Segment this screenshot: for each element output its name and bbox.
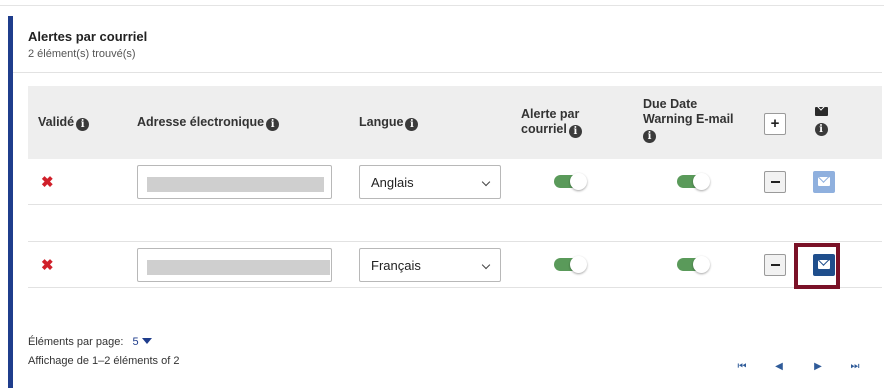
info-icon[interactable]: i <box>76 118 90 131</box>
info-icon[interactable]: i <box>266 118 280 131</box>
table-header: Validé i Adresse électronique i Langue i Al… <box>28 86 882 159</box>
last-page-icon: ⏭ <box>850 361 860 372</box>
col-header-language-label: Langue <box>359 115 404 129</box>
prev-page-button[interactable]: ◀ <box>771 360 787 374</box>
col-header-send-mail: i <box>813 107 829 136</box>
info-icon[interactable]: i <box>643 130 656 143</box>
col-header-email-alert-line2: courriel <box>521 122 567 136</box>
plus-icon: + <box>770 115 780 132</box>
due-date-warning-toggle[interactable] <box>677 173 710 190</box>
email-field-value-redacted <box>147 260 330 275</box>
col-header-due-date-line2: Warning E-mail <box>643 112 734 126</box>
info-icon[interactable]: i <box>568 125 582 138</box>
result-count: 2 élément(s) trouvé(s) <box>28 48 136 60</box>
items-per-page-label: Éléments par page: <box>28 336 124 348</box>
first-page-icon: ⏮ <box>737 361 747 372</box>
items-per-page-value: 5 <box>132 336 139 348</box>
col-header-email-alert-line1: Alerte par <box>521 107 580 121</box>
col-header-due-date-warning: Due Date Warning E-mail i <box>643 97 734 143</box>
email-field[interactable] <box>137 248 332 282</box>
prev-page-icon: ◀ <box>775 361 783 372</box>
x-mark-icon: ✖ <box>41 257 54 274</box>
next-page-button[interactable]: ▶ <box>810 360 826 374</box>
remove-alert-button[interactable] <box>764 171 786 193</box>
col-header-email: Adresse électronique i <box>137 115 280 131</box>
due-date-warning-toggle[interactable] <box>677 256 710 273</box>
language-select[interactable]: Anglais <box>359 165 501 199</box>
top-divider <box>0 5 884 6</box>
col-header-validated: Validé i <box>38 115 90 131</box>
email-field[interactable] <box>137 165 332 199</box>
header-divider <box>13 72 882 73</box>
col-header-validated-label: Validé <box>38 115 75 129</box>
email-alert-toggle[interactable] <box>554 256 587 273</box>
chevron-down-icon <box>481 177 491 187</box>
info-icon[interactable]: i <box>405 118 419 131</box>
table-row: ✖ Français <box>28 242 882 288</box>
caret-down-icon <box>141 338 152 344</box>
highlight-box <box>794 243 840 289</box>
language-select-value: Anglais <box>371 175 414 190</box>
email-alert-toggle[interactable] <box>554 173 587 190</box>
items-per-page: Éléments par page: 5 <box>28 336 152 348</box>
col-header-language: Langue i <box>359 115 419 131</box>
envelope-icon <box>814 107 828 116</box>
col-header-email-label: Adresse électronique <box>137 115 265 129</box>
first-page-button[interactable]: ⏮ <box>734 360 750 374</box>
envelope-icon <box>818 177 830 186</box>
pager-display-text: Affichage de 1–2 éléments of 2 <box>28 355 180 367</box>
x-mark-icon: ✖ <box>41 174 54 191</box>
table-row: ✖ Anglais <box>28 159 882 205</box>
language-select-value: Français <box>371 258 421 273</box>
remove-alert-button[interactable] <box>764 254 786 276</box>
last-page-button[interactable]: ⏭ <box>847 360 863 374</box>
chevron-down-icon <box>481 260 491 270</box>
email-alerts-panel: Alertes par courriel 2 élément(s) trouvé… <box>8 16 882 388</box>
send-test-email-button-disabled[interactable] <box>813 171 835 193</box>
panel-title: Alertes par courriel <box>28 29 148 44</box>
next-page-icon: ▶ <box>814 361 822 372</box>
col-header-email-alert: Alerte par courriel i <box>521 107 582 138</box>
info-icon[interactable]: i <box>814 123 828 136</box>
add-alert-button[interactable]: + <box>764 113 786 135</box>
language-select[interactable]: Français <box>359 248 501 282</box>
items-per-page-select[interactable]: 5 <box>132 336 152 348</box>
panel-header: Alertes par courriel 2 élément(s) trouvé… <box>28 29 147 60</box>
email-field-value-redacted <box>147 177 324 192</box>
col-header-due-date-line1: Due Date <box>643 97 698 111</box>
